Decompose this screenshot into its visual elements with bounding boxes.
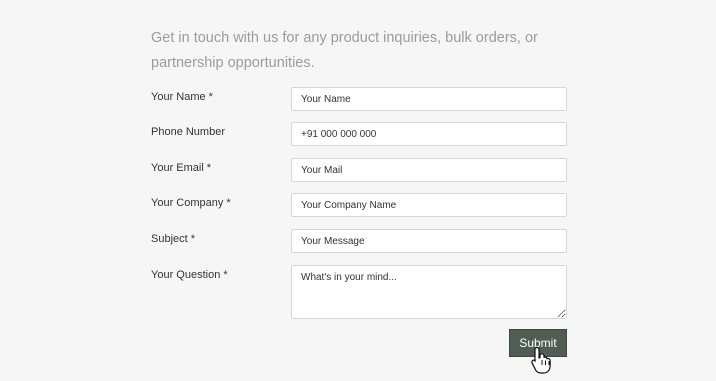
question-label: Your Question * xyxy=(151,269,228,281)
phone-input[interactable] xyxy=(291,122,567,146)
form-row-phone: Phone Number xyxy=(151,122,567,147)
hand-pointer-icon xyxy=(531,346,551,374)
subject-label: Subject * xyxy=(151,233,195,245)
company-label: Your Company * xyxy=(151,197,231,209)
subject-input[interactable] xyxy=(291,229,567,253)
required-marker: * xyxy=(208,91,213,103)
required-marker: * xyxy=(206,162,212,174)
name-input[interactable] xyxy=(291,87,567,111)
name-label: Your Name * xyxy=(151,91,213,103)
email-label: Your Email * xyxy=(151,162,212,174)
required-marker: * xyxy=(190,233,195,245)
question-textarea[interactable] xyxy=(291,265,567,319)
required-marker: * xyxy=(223,269,228,281)
form-row-name: Your Name * xyxy=(151,87,567,112)
required-marker: * xyxy=(226,197,231,209)
intro-text: Get in touch with us for any product inq… xyxy=(151,30,538,71)
form-row-email: Your Email * xyxy=(151,158,567,183)
email-input[interactable] xyxy=(291,158,567,182)
company-input[interactable] xyxy=(291,193,567,217)
form-row-company: Your Company * xyxy=(151,193,567,218)
phone-label: Phone Number xyxy=(151,126,225,138)
form-row-subject: Subject * xyxy=(151,229,567,254)
form-row-question: Your Question * xyxy=(151,265,567,319)
